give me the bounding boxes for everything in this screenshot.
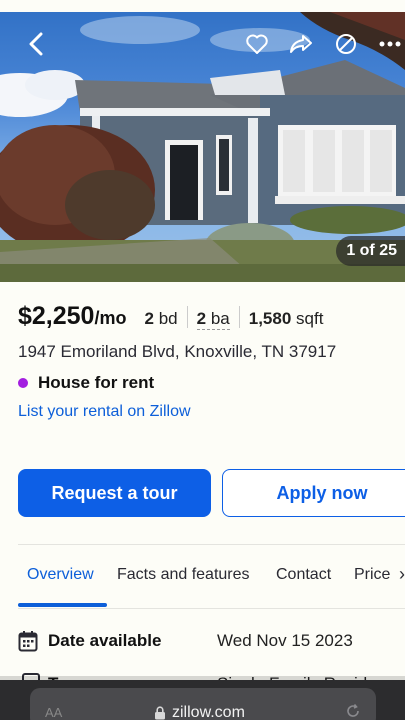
chevron-right-icon[interactable]: › [399, 564, 405, 585]
photo-counter: 1 of 25 [336, 236, 405, 266]
calendar-icon [18, 631, 38, 652]
stat-divider [186, 306, 188, 328]
hide-button[interactable] [332, 30, 360, 58]
price: $2,250 [18, 302, 95, 330]
status-bar [0, 0, 405, 12]
back-button[interactable] [22, 30, 50, 58]
listing-status: House for rent [18, 373, 154, 393]
reader-button[interactable]: AA [45, 705, 62, 720]
price-row: $2,250 /mo 2 bd 2 ba 1,580 sqft [18, 302, 323, 331]
tab-facts-and-features[interactable]: Facts and features [117, 566, 250, 584]
address-bar[interactable]: AA zillow.com [30, 688, 376, 720]
address: 1947 Emoriland Blvd, Knoxville, TN 37917 [18, 342, 337, 361]
beds-stat: 2 bd [144, 309, 178, 328]
chevron-left-icon [29, 32, 43, 56]
block-icon [336, 34, 356, 54]
divider [18, 608, 405, 609]
stat-divider [238, 306, 240, 328]
more-button[interactable] [376, 30, 404, 58]
share-button[interactable] [287, 30, 315, 58]
baths-stat[interactable]: 2 ba [196, 309, 230, 330]
tab-contact[interactable]: Contact [276, 566, 331, 584]
divider [18, 544, 405, 545]
sqft-stat: 1,580 sqft [248, 309, 324, 328]
fact-date-available: Date available Wed Nov 15 2023 [18, 626, 405, 656]
heart-icon [246, 34, 268, 54]
listing-photo[interactable]: 1 of 25 [0, 0, 405, 282]
tab-price[interactable]: Price [354, 566, 390, 584]
reload-icon[interactable] [344, 702, 362, 720]
fact-label: Date available [48, 631, 162, 650]
save-button[interactable] [243, 30, 271, 58]
apply-now-button[interactable]: Apply now [222, 469, 405, 517]
url-text: zillow.com [172, 704, 245, 720]
tab-overview[interactable]: Overview [27, 566, 94, 584]
section-tabs: Overview Facts and features Contact Pric… [0, 548, 405, 608]
browser-toolbar: AA zillow.com [0, 676, 405, 720]
status-label: House for rent [38, 373, 155, 392]
fact-value: Wed Nov 15 2023 [217, 631, 353, 650]
price-unit: /mo [94, 308, 127, 328]
request-tour-button[interactable]: Request a tour [18, 469, 211, 517]
share-icon [290, 35, 312, 53]
lock-icon [155, 706, 165, 720]
active-tab-indicator [18, 603, 107, 607]
status-dot [18, 378, 28, 388]
more-icon [379, 41, 401, 47]
list-rental-link[interactable]: List your rental on Zillow [18, 403, 191, 421]
